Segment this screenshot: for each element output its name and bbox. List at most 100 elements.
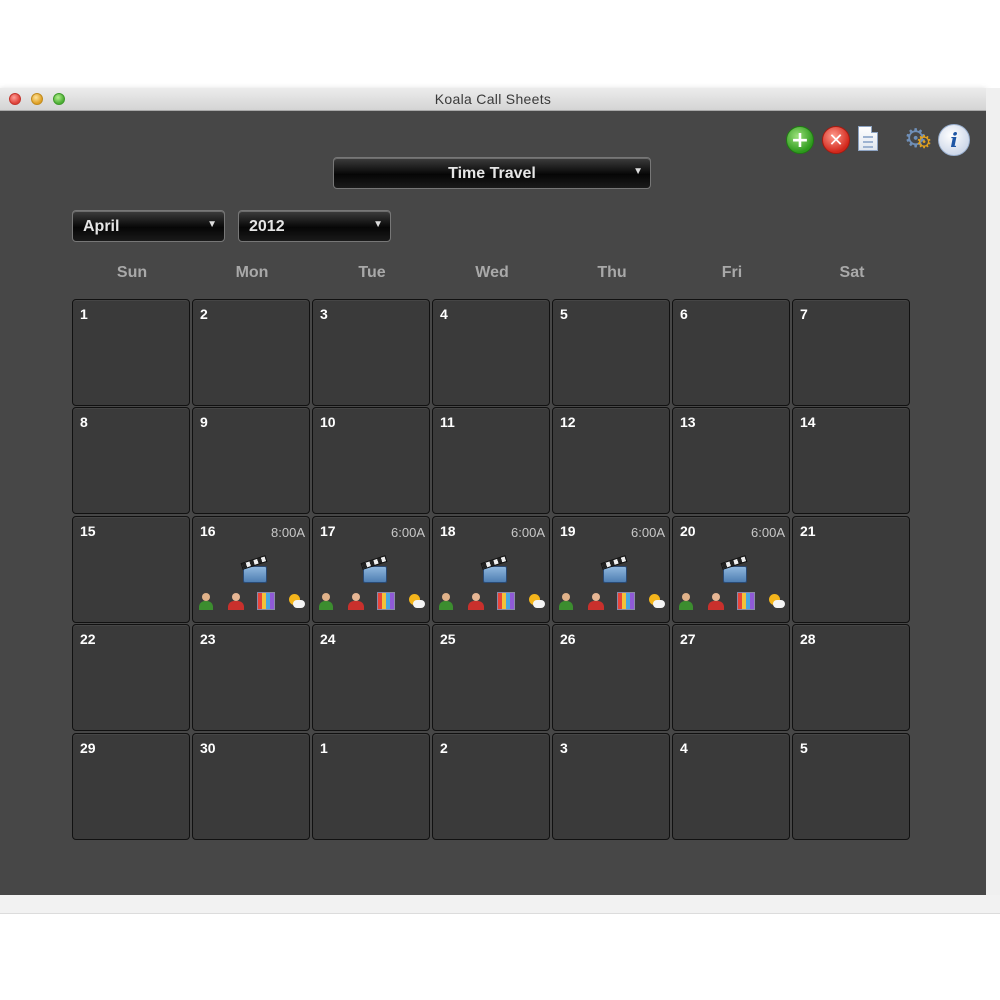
day-cell[interactable]: 25	[432, 624, 550, 731]
day-cell[interactable]: 2	[432, 733, 550, 840]
weather-icon[interactable]	[527, 592, 545, 610]
day-number: 11	[440, 414, 455, 430]
weekday-sat: Sat	[839, 264, 865, 281]
day-cell[interactable]: 14	[792, 407, 910, 514]
day-cell[interactable]: 9	[192, 407, 310, 514]
day-cell[interactable]: 27	[672, 624, 790, 731]
weather-icon[interactable]	[767, 592, 785, 610]
day-cell[interactable]: 1	[72, 299, 190, 406]
day-cell[interactable]: 7	[792, 299, 910, 406]
weekday-sun: Sun	[116, 264, 148, 281]
day-number: 6	[680, 306, 688, 322]
clapperboard-icon[interactable]	[480, 555, 508, 585]
day-cell[interactable]: 23	[192, 624, 310, 731]
call-time: 6:00A	[391, 525, 425, 540]
day-cell[interactable]: 16 8:00A	[192, 516, 310, 623]
clapperboard-icon[interactable]	[240, 555, 268, 585]
year-select[interactable]: 2012 ▼	[238, 210, 391, 242]
day-cell[interactable]: 1	[312, 733, 430, 840]
day-number: 3	[320, 306, 328, 322]
schedule-icon[interactable]	[257, 592, 275, 610]
day-cell[interactable]: 6	[672, 299, 790, 406]
project-select-value: Time Travel	[448, 165, 536, 182]
day-cell[interactable]: 13	[672, 407, 790, 514]
day-number: 1	[80, 306, 88, 322]
day-number: 12	[560, 414, 576, 430]
day-number: 13	[680, 414, 696, 430]
schedule-icon[interactable]	[617, 592, 635, 610]
day-cell[interactable]: 21	[792, 516, 910, 623]
crew-icon[interactable]	[707, 592, 725, 610]
day-number: 2	[200, 306, 208, 322]
day-cell[interactable]: 12	[552, 407, 670, 514]
day-number: 4	[440, 306, 448, 322]
day-cell[interactable]: 10	[312, 407, 430, 514]
day-number: 28	[800, 631, 816, 647]
day-number: 4	[680, 740, 688, 756]
weekday-thu: Thu	[597, 264, 627, 281]
day-number: 7	[800, 306, 808, 322]
weather-icon[interactable]	[647, 592, 665, 610]
day-cell[interactable]: 3	[552, 733, 670, 840]
clapperboard-icon[interactable]	[720, 555, 748, 585]
day-number: 5	[560, 306, 568, 322]
actor-icon[interactable]	[557, 592, 575, 610]
day-cell[interactable]: 4	[672, 733, 790, 840]
title-bar[interactable]: Koala Call Sheets	[0, 88, 986, 111]
day-number: 24	[320, 631, 336, 647]
day-cell[interactable]: 11	[432, 407, 550, 514]
day-cell[interactable]: 18 6:00A	[432, 516, 550, 623]
day-number: 10	[320, 414, 336, 430]
delete-icon[interactable]: ✕	[822, 126, 850, 154]
clapperboard-icon[interactable]	[360, 555, 388, 585]
day-number: 23	[200, 631, 216, 647]
add-icon[interactable]: +	[786, 126, 814, 154]
day-number: 29	[80, 740, 96, 756]
day-cell[interactable]: 30	[192, 733, 310, 840]
document-icon[interactable]	[858, 126, 878, 151]
day-number: 2	[440, 740, 448, 756]
window-edge	[986, 88, 1000, 895]
schedule-icon[interactable]	[497, 592, 515, 610]
crew-icon[interactable]	[587, 592, 605, 610]
day-cell[interactable]: 3	[312, 299, 430, 406]
project-select[interactable]: Time Travel ▼	[333, 157, 651, 189]
weather-icon[interactable]	[287, 592, 305, 610]
crew-icon[interactable]	[227, 592, 245, 610]
month-select-value: April	[83, 218, 120, 235]
crew-icon[interactable]	[467, 592, 485, 610]
day-cell[interactable]: 5	[792, 733, 910, 840]
info-icon[interactable]: i	[938, 124, 970, 156]
day-cell[interactable]: 19 6:00A	[552, 516, 670, 623]
day-number: 18	[440, 523, 456, 539]
actor-icon[interactable]	[197, 592, 215, 610]
day-cell[interactable]: 24	[312, 624, 430, 731]
schedule-icon[interactable]	[737, 592, 755, 610]
day-cell[interactable]: 15	[72, 516, 190, 623]
weather-icon[interactable]	[407, 592, 425, 610]
crew-icon[interactable]	[347, 592, 365, 610]
settings-icon[interactable]: ⚙ ⚙	[904, 124, 934, 154]
actor-icon[interactable]	[677, 592, 695, 610]
dropdown-arrow-icon: ▼	[633, 166, 643, 177]
year-select-value: 2012	[249, 218, 285, 235]
day-cell[interactable]: 28	[792, 624, 910, 731]
schedule-icon[interactable]	[377, 592, 395, 610]
actor-icon[interactable]	[437, 592, 455, 610]
day-number: 25	[440, 631, 456, 647]
day-cell[interactable]: 4	[432, 299, 550, 406]
actor-icon[interactable]	[317, 592, 335, 610]
clapperboard-icon[interactable]	[600, 555, 628, 585]
dropdown-arrow-icon: ▼	[373, 219, 383, 230]
day-cell[interactable]: 22	[72, 624, 190, 731]
day-cell[interactable]: 17 6:00A	[312, 516, 430, 623]
month-select[interactable]: April ▼	[72, 210, 225, 242]
day-cell[interactable]: 26	[552, 624, 670, 731]
day-number: 14	[800, 414, 816, 430]
day-cell[interactable]: 20 6:00A	[672, 516, 790, 623]
day-cell[interactable]: 2	[192, 299, 310, 406]
weekday-mon: Mon	[235, 264, 269, 281]
day-cell[interactable]: 5	[552, 299, 670, 406]
day-cell[interactable]: 29	[72, 733, 190, 840]
day-cell[interactable]: 8	[72, 407, 190, 514]
